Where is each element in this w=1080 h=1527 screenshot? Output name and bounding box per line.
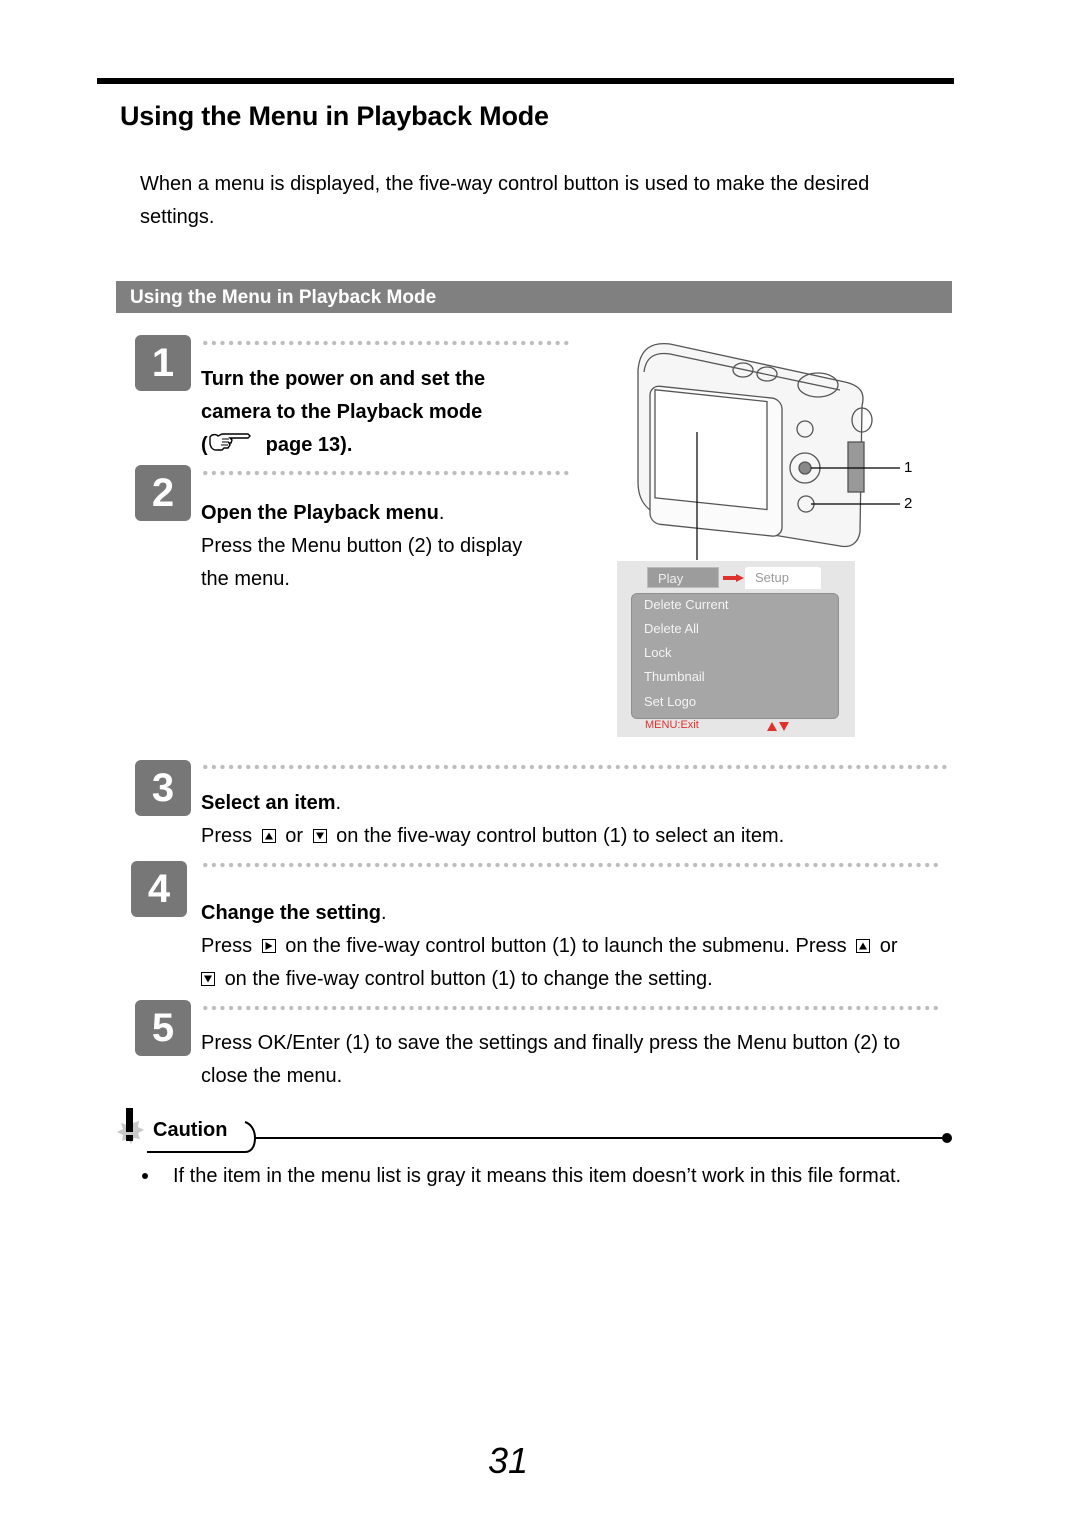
menu-tab-play: Play: [647, 567, 719, 588]
step-3-text: Press or on the five-way control button …: [201, 825, 785, 847]
bullet-dot: [142, 1173, 148, 1179]
menu-item: Lock: [644, 645, 672, 660]
step-2-heading: Open the Playback menu.: [201, 502, 445, 524]
step-1-heading-line2: camera to the Playback mode: [201, 401, 483, 423]
step-4-number: 4: [131, 861, 187, 917]
step-3-number: 3: [135, 760, 191, 816]
caution-label: Caution: [153, 1119, 228, 1141]
down-key-icon: [201, 972, 215, 986]
step-2-number: 2: [135, 465, 191, 521]
dotted-divider: [201, 1005, 941, 1011]
dotted-divider: [201, 470, 571, 476]
step-1-heading-line1: Turn the power on and set the: [201, 368, 486, 390]
up-down-arrows-icon: [767, 722, 789, 731]
page-number: 31: [488, 1440, 529, 1481]
section-header-bar: Using the Menu in Playback Mode: [116, 281, 952, 313]
callout-2: 2: [904, 495, 912, 512]
step-3-heading: Select an item.: [201, 792, 342, 814]
right-key-icon: [261, 939, 276, 953]
menu-list: Delete Current Delete All Lock Thumbnail…: [631, 593, 839, 719]
red-arrow-icon: [723, 574, 744, 582]
page-title: Using the Menu in Playback Mode: [120, 101, 549, 131]
top-rule: [97, 78, 954, 84]
caution-bullet: If the item in the menu list is gray it …: [173, 1165, 902, 1187]
menu-item: Delete Current: [644, 597, 729, 612]
menu-item: Thumbnail: [644, 669, 705, 684]
step-4-heading: Change the setting.: [201, 902, 387, 924]
caution-icon: [117, 1108, 144, 1144]
down-key-icon: [312, 829, 327, 843]
menu-item: Delete All: [644, 621, 699, 636]
intro-paragraph: When a menu is displayed, the five-way c…: [140, 173, 870, 228]
pointing-hand-icon: [208, 433, 251, 451]
step-2-text: Press the Menu button (2) to display the…: [201, 535, 523, 590]
dotted-divider: [201, 340, 571, 346]
up-key-icon: [856, 939, 871, 953]
up-key-icon: [261, 829, 276, 843]
dotted-divider: [201, 764, 951, 770]
step-5-text: Press OK/Enter (1) to save the settings …: [201, 1032, 901, 1087]
step-1-page-ref: (page 13).: [201, 429, 485, 462]
caution-divider: [147, 1121, 952, 1153]
step-1-heading: Turn the power on and set the camera to …: [201, 363, 485, 462]
menu-exit-hint: MENU:Exit: [645, 719, 699, 731]
menu-tab-setup: Setup: [745, 567, 821, 589]
step-4-text: Press on the five-way control button (1)…: [201, 935, 898, 990]
step-1-number: 1: [135, 335, 191, 391]
playback-menu-screenshot: Play Setup Delete Current Delete All Loc…: [617, 561, 855, 737]
camera-illustration: 1 2: [637, 342, 912, 560]
menu-item: Set Logo: [644, 694, 697, 709]
callout-1: 1: [904, 459, 912, 476]
step-5-number: 5: [135, 1000, 191, 1056]
dotted-divider: [201, 862, 941, 868]
